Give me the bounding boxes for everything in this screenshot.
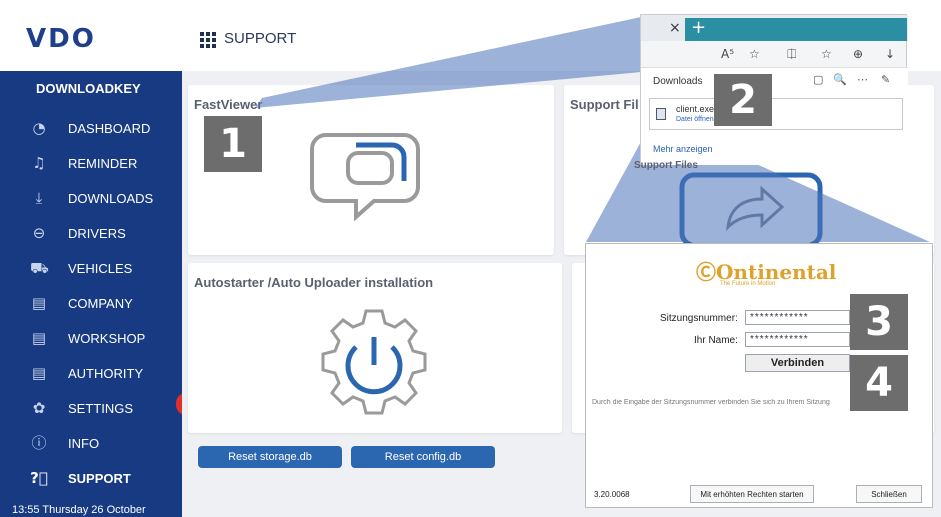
fastviewer-title: FastViewer	[194, 97, 263, 112]
sidebar-item-dashboard[interactable]: ◔ DASHBOARD	[0, 113, 182, 143]
brand-tagline: The Future in Motion	[720, 281, 776, 287]
open-folder-icon[interactable]: ▢	[813, 73, 823, 86]
favorites-list-icon[interactable]: ☆	[821, 47, 832, 61]
session-number-label: Sitzungsnummer:	[660, 313, 738, 324]
vdo-logo[interactable]: VDO	[26, 24, 96, 54]
sidebar-item-vehicles[interactable]: ⛟ VEHICLES	[0, 253, 182, 283]
page-header: SUPPORT	[200, 30, 297, 48]
downloads-panel: Downloads ▢ 🔍 ⋯ ✎ client.exe Datei öffne…	[641, 67, 908, 165]
autostarter-card[interactable]: Autostarter /Auto Uploader installation	[188, 263, 562, 433]
sidebar-item-label: VEHICLES	[68, 260, 133, 276]
fastviewer-chat-icon	[310, 133, 420, 221]
bell-icon: ♫	[32, 154, 46, 172]
search-icon[interactable]: 🔍	[833, 73, 847, 86]
show-more-link[interactable]: Mehr anzeigen	[653, 144, 713, 154]
apps-grid-icon[interactable]	[200, 31, 216, 48]
split-screen-icon[interactable]: ⎅	[787, 47, 797, 62]
download-item[interactable]: client.exe Datei öffnen	[649, 98, 903, 130]
sidebar-item-label: AUTHORITY	[68, 365, 144, 381]
close-dialog-button[interactable]: Schließen	[856, 485, 922, 503]
session-hint-text: Durch die Eingabe der Sitzungsnummer ver…	[592, 399, 830, 406]
card-icon: ▤	[31, 294, 47, 312]
sidebar-item-company[interactable]: ▤ COMPANY	[0, 288, 182, 318]
sidebar-item-label: SETTINGS	[68, 400, 134, 416]
dialog-footer: 3.20.0068 Mit erhöhten Rechten starten S…	[586, 480, 932, 508]
dashboard-gauge-icon: ◔	[32, 119, 46, 137]
sidebar-item-support[interactable]: ?⃝ SUPPORT	[0, 463, 182, 493]
sidebar-item-label: COMPANY	[68, 295, 133, 311]
card-icon: ▤	[31, 329, 47, 347]
sidebar-item-label: SUPPORT	[68, 470, 131, 486]
clock-status: 13:55 Thursday 26 October	[12, 504, 146, 516]
gear-icon: ✿	[32, 399, 46, 417]
reset-config-button[interactable]: Reset config.db	[351, 446, 495, 468]
your-name-field[interactable]: ************	[745, 332, 850, 347]
your-name-label: Ihr Name:	[694, 335, 738, 346]
sidebar-item-label: DRIVERS	[68, 225, 126, 241]
support-files-title: Support Fil	[570, 97, 639, 112]
steering-wheel-icon: ⊖	[32, 224, 46, 242]
more-icon[interactable]: ⋯	[857, 73, 868, 86]
callout-2: 2	[714, 74, 772, 126]
info-icon: ⓘ	[31, 434, 47, 452]
new-tab-icon[interactable]: +	[691, 17, 706, 38]
connect-button[interactable]: Verbinden	[745, 354, 850, 372]
pin-icon[interactable]: ✎	[881, 73, 890, 86]
callout-3: 3	[850, 294, 908, 350]
browser-toolbar: A⁵ ☆ ⎅ ☆ ⊕ ↓	[641, 41, 908, 67]
browser-tab-active[interactable]	[685, 18, 907, 41]
sidebar-item-label: WORKSHOP	[68, 330, 146, 346]
read-aloud-icon[interactable]: A⁵	[721, 47, 734, 61]
question-icon: ?⃝	[30, 469, 48, 487]
browser-tabbar: × +	[641, 15, 908, 41]
screen: VDO SUPPORT DOWNLOADKEY ◔ DASHBOARD ♫ RE…	[0, 0, 941, 517]
autostarter-title: Autostarter /Auto Uploader installation	[194, 275, 434, 290]
support-files-title-partial: Support Files	[634, 160, 698, 171]
run-elevated-button[interactable]: Mit erhöhten Rechten starten	[690, 485, 814, 503]
sidebar-item-settings[interactable]: ✿ SETTINGS	[0, 393, 182, 423]
callout-4: 4	[850, 355, 908, 411]
sidebar-item-info[interactable]: ⓘ INFO	[0, 428, 182, 458]
sidebar-item-authority[interactable]: ▤ AUTHORITY	[0, 358, 182, 388]
sidebar-item-reminder[interactable]: ♫ REMINDER	[0, 148, 182, 178]
sidebar-item-label: DOWNLOADS	[68, 190, 154, 206]
callout-1: 1	[204, 116, 262, 172]
favorite-icon[interactable]: ☆	[749, 47, 760, 61]
truck-icon: ⛟	[30, 259, 49, 277]
sidebar-item-label: REMINDER	[68, 155, 138, 171]
sidebar-item-workshop[interactable]: ▤ WORKSHOP	[0, 323, 182, 353]
downloads-icon[interactable]: ↓	[885, 47, 895, 61]
share-arrow-icon	[679, 172, 823, 248]
page-title: SUPPORT	[224, 30, 297, 47]
collections-icon[interactable]: ⊕	[853, 47, 863, 61]
sidebar: DOWNLOADKEY ◔ DASHBOARD ♫ REMINDER ⤓ DOW…	[0, 71, 182, 517]
reset-storage-button[interactable]: Reset storage.db	[198, 446, 342, 468]
sidebar-item-label: DASHBOARD	[68, 120, 151, 136]
downloads-title: Downloads	[653, 76, 703, 87]
download-file-name: client.exe	[676, 104, 715, 114]
browser-window: × + A⁵ ☆ ⎅ ☆ ⊕ ↓ Downloads ▢ 🔍 ⋯ ✎ clien…	[640, 14, 908, 165]
open-file-link[interactable]: Datei öffnen	[676, 116, 714, 123]
download-icon: ⤓	[35, 189, 43, 207]
close-tab-icon[interactable]: ×	[669, 20, 681, 36]
card-icon: ▤	[31, 364, 47, 382]
version-label: 3.20.0068	[594, 490, 630, 499]
sidebar-title: DOWNLOADKEY	[36, 81, 141, 96]
sidebar-item-drivers[interactable]: ⊖ DRIVERS	[0, 218, 182, 248]
power-gear-icon	[321, 309, 427, 415]
session-number-field[interactable]: ************	[745, 310, 850, 325]
sidebar-item-downloads[interactable]: ⤓ DOWNLOADS	[0, 183, 182, 213]
brand-c-icon: Ⓒ	[696, 260, 716, 284]
sidebar-item-label: INFO	[68, 435, 100, 451]
file-icon	[656, 108, 666, 120]
